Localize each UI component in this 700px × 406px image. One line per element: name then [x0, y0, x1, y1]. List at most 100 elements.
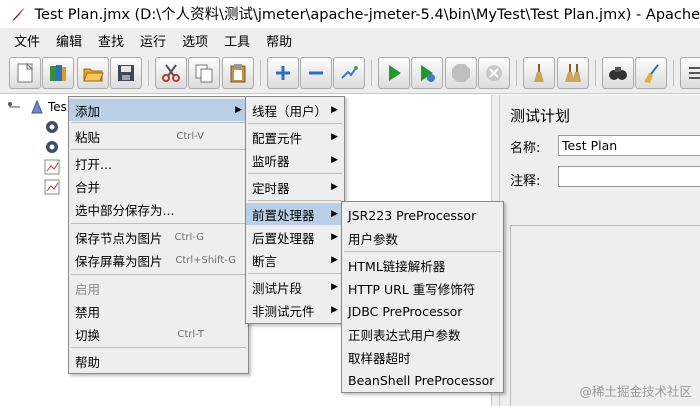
templates-button[interactable]	[42, 57, 74, 89]
submenu-arrow-icon: ▶	[331, 209, 338, 219]
jmeter-feather-icon	[12, 7, 25, 21]
submenu-item-html-link-parser[interactable]: HTML链接解析器	[342, 254, 503, 276]
menu-item-label: 测试片段	[252, 280, 303, 296]
clear-all-button[interactable]	[557, 57, 589, 89]
menu-item-toggle[interactable]: 切换 Ctrl-T	[69, 323, 248, 345]
menu-search[interactable]: 查找	[90, 31, 132, 50]
gear-icon	[46, 121, 58, 133]
submenu-item-regex-user-parameters[interactable]: 正则表达式用户参数	[342, 323, 503, 345]
submenu-item-test-fragment[interactable]: 测试片段 ▶	[246, 276, 344, 298]
menu-item-label: 用户参数	[348, 231, 399, 247]
menu-item-save-screen-as-image[interactable]: 保存屏幕为图片 Ctrl+Shift-G	[69, 249, 248, 271]
clear-icon	[534, 64, 544, 82]
submenu-item-user-parameters[interactable]: 用户参数	[342, 227, 503, 249]
cut-button[interactable]	[155, 57, 187, 89]
shutdown-icon	[486, 65, 502, 81]
menu-item-paste[interactable]: 粘贴 Ctrl-V	[69, 125, 248, 147]
menu-item-open[interactable]: 打开...	[69, 152, 248, 174]
submenu-arrow-icon: ▶	[331, 182, 338, 192]
submenu-arrow-icon: ▶	[331, 155, 338, 165]
window-title: Test Plan.jmx (D:\个人资料\测试\jmeter\apache-…	[34, 7, 700, 23]
menu-tools[interactable]: 工具	[216, 31, 258, 50]
menu-item-save-node-as-image[interactable]: 保存节点为图片 Ctrl-G	[69, 226, 248, 248]
panel-title: 测试计划	[510, 107, 571, 125]
menu-separator	[71, 223, 246, 224]
menu-options[interactable]: 选项	[174, 31, 216, 50]
submenu-item-listener[interactable]: 监听器 ▶	[246, 149, 344, 171]
new-button[interactable]	[9, 57, 41, 89]
copy-button[interactable]	[188, 57, 220, 89]
toolbar-separator	[148, 60, 149, 86]
cut-icon	[162, 64, 180, 82]
comment-field[interactable]	[558, 166, 700, 187]
menu-item-add[interactable]: 添加 ▶	[69, 99, 248, 121]
submenu-arrow-icon: ▶	[331, 105, 338, 115]
submenu-item-timer[interactable]: 定时器 ▶	[246, 176, 344, 198]
function-helper-button[interactable]	[680, 57, 700, 89]
submenu-item-assertions[interactable]: 断言 ▶	[246, 249, 344, 271]
submenu-item-non-test-elements[interactable]: 非测试元件 ▶	[246, 299, 344, 321]
toggle-button[interactable]	[333, 57, 365, 89]
submenu-item-config-element[interactable]: 配置元件 ▶	[246, 126, 344, 148]
tree-node[interactable]	[44, 177, 60, 197]
submenu-item-jdbc-preprocessor[interactable]: JDBC PreProcessor	[342, 300, 503, 322]
menu-item-help[interactable]: 帮助	[69, 350, 248, 372]
submenu-arrow-icon: ▶	[331, 282, 338, 292]
menu-item-label: 定时器	[252, 180, 290, 196]
open-button[interactable]	[77, 57, 109, 89]
tree-node-test-plan[interactable]: Tes	[0, 97, 67, 117]
menu-item-label: HTTP URL 重写修饰符	[348, 281, 476, 297]
submenu-item-sample-timeout[interactable]: 取样器超时	[342, 346, 503, 368]
toolbar-separator	[673, 60, 674, 86]
menu-item-label: 保存屏幕为图片	[75, 253, 163, 269]
menu-separator	[248, 123, 342, 124]
submenu-item-beanshell-preprocessor[interactable]: BeanShell PreProcessor	[342, 369, 503, 391]
submenu-item-http-url-rewriting-modifier[interactable]: HTTP URL 重写修饰符	[342, 277, 503, 299]
name-field[interactable]: Test Plan	[558, 135, 700, 156]
reset-search-icon	[644, 64, 659, 83]
reset-search-button[interactable]	[635, 57, 667, 89]
tree-node[interactable]	[44, 137, 60, 157]
toolbar-separator	[371, 60, 372, 86]
start-button[interactable]	[378, 57, 410, 89]
graph-icon	[44, 159, 60, 175]
shutdown-button[interactable]	[478, 57, 510, 89]
clear-all-icon	[565, 64, 581, 82]
search-button[interactable]	[602, 57, 634, 89]
menu-run[interactable]: 运行	[132, 31, 174, 50]
clear-button[interactable]	[523, 57, 555, 89]
menu-item-label: 非测试元件	[252, 303, 315, 319]
start-no-pauses-button[interactable]	[411, 57, 443, 89]
menu-item-label: 前置处理器	[252, 207, 315, 223]
tree-handle-icon[interactable]	[8, 101, 22, 113]
menu-item-disable[interactable]: 禁用	[69, 300, 248, 322]
menu-item-save-selection-as[interactable]: 选中部分保存为...	[69, 198, 248, 220]
menu-separator	[248, 173, 342, 174]
menu-item-label: 断言	[252, 253, 278, 269]
pre-processor-submenu: JSR223 PreProcessor 用户参数 HTML链接解析器 HTTP …	[341, 201, 504, 393]
menu-file[interactable]: 文件	[6, 31, 48, 50]
menu-item-label: 配置元件	[252, 130, 303, 146]
collapse-all-button[interactable]	[300, 57, 332, 89]
tree-node[interactable]	[44, 157, 60, 177]
submenu-arrow-icon: ▶	[331, 232, 338, 242]
paste-button[interactable]	[222, 57, 254, 89]
menu-edit[interactable]: 编辑	[48, 31, 90, 50]
search-icon	[609, 67, 627, 80]
save-button[interactable]	[110, 57, 142, 89]
tree-node[interactable]	[44, 117, 60, 137]
paste-icon	[230, 64, 246, 83]
submenu-item-pre-processors[interactable]: 前置处理器 ▶	[246, 203, 344, 225]
submenu-item-jsr223-preprocessor[interactable]: JSR223 PreProcessor	[342, 204, 503, 226]
save-icon	[118, 65, 134, 81]
menu-item-label: 线程（用户）	[252, 103, 328, 119]
menu-item-merge[interactable]: 合并	[69, 175, 248, 197]
menu-separator	[344, 251, 501, 252]
expand-all-button[interactable]	[267, 57, 299, 89]
menu-help[interactable]: 帮助	[258, 31, 300, 50]
submenu-item-post-processors[interactable]: 后置处理器 ▶	[246, 226, 344, 248]
menu-item-label: 切换	[75, 327, 101, 343]
stop-button[interactable]	[445, 57, 477, 89]
toolbar-separator	[595, 60, 596, 86]
submenu-item-threads[interactable]: 线程（用户） ▶	[246, 99, 344, 121]
